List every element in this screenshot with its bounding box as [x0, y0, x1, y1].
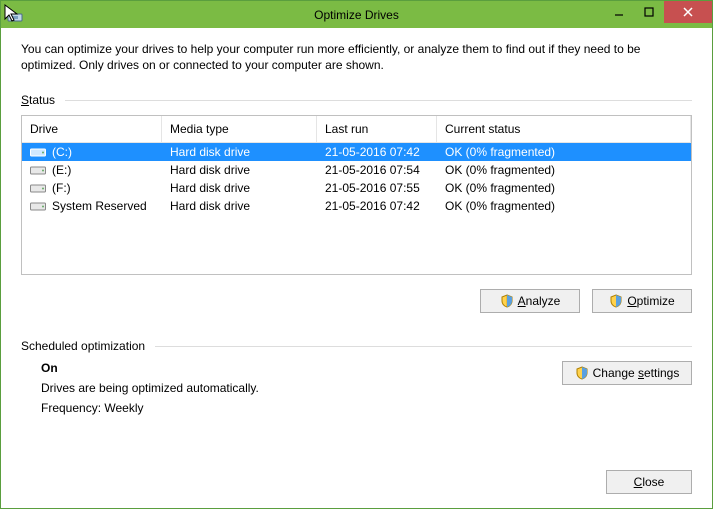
footer: Close [21, 450, 692, 494]
window-title: Optimize Drives [314, 8, 399, 22]
optimize-drives-window: Optimize Drives You can optimize your dr… [0, 0, 713, 509]
schedule-frequency: Frequency: Weekly [41, 401, 259, 415]
change-settings-button[interactable]: Change settings [562, 361, 692, 385]
col-header-last[interactable]: Last run [317, 116, 437, 142]
drive-rows: (C:)Hard disk drive21-05-2016 07:42OK (0… [22, 143, 691, 215]
close-button[interactable] [664, 1, 712, 23]
analyze-button[interactable]: Analyze [480, 289, 580, 313]
app-icon [7, 7, 23, 23]
divider [155, 346, 692, 347]
drive-media: Hard disk drive [162, 161, 317, 179]
close-dialog-button[interactable]: Close [606, 470, 692, 494]
content-area: You can optimize your drives to help you… [1, 28, 712, 508]
scheduled-section: Scheduled optimization On Drives are bei… [21, 339, 692, 421]
drive-list-header[interactable]: Drive Media type Last run Current status [22, 116, 691, 143]
minimize-button[interactable] [604, 1, 634, 23]
col-header-drive[interactable]: Drive [22, 116, 162, 142]
schedule-desc: Drives are being optimized automatically… [41, 381, 259, 395]
drive-name: (C:) [52, 145, 72, 159]
shield-icon [500, 294, 514, 308]
optimize-button[interactable]: Optimize [592, 289, 692, 313]
window-controls [604, 1, 712, 23]
drive-status: OK (0% fragmented) [437, 161, 691, 179]
scheduled-info: On Drives are being optimized automatica… [41, 361, 259, 421]
drive-lastrun: 21-05-2016 07:55 [317, 179, 437, 197]
maximize-button[interactable] [634, 1, 664, 23]
drive-row[interactable]: (C:) Hard disk drive21-05-2016 07:42OK (0… [22, 143, 691, 161]
drive-icon [30, 146, 46, 158]
drive-media: Hard disk drive [162, 143, 317, 161]
drive-list[interactable]: Drive Media type Last run Current status… [21, 115, 692, 275]
drive-status: OK (0% fragmented) [437, 197, 691, 215]
drive-status: OK (0% fragmented) [437, 179, 691, 197]
drive-row[interactable]: (E:) Hard disk drive21-05-2016 07:54OK (0… [22, 161, 691, 179]
col-header-media[interactable]: Media type [162, 116, 317, 142]
drive-media: Hard disk drive [162, 179, 317, 197]
drive-name: System Reserved [52, 199, 147, 213]
drive-media: Hard disk drive [162, 197, 317, 215]
schedule-state: On [41, 361, 259, 375]
drive-status: OK (0% fragmented) [437, 143, 691, 161]
intro-text: You can optimize your drives to help you… [21, 42, 692, 73]
drive-icon [30, 164, 46, 176]
drive-name: (E:) [52, 163, 71, 177]
status-section-label: Status [21, 93, 692, 107]
drive-lastrun: 21-05-2016 07:42 [317, 197, 437, 215]
col-header-status[interactable]: Current status [437, 116, 691, 142]
drive-icon [30, 200, 46, 212]
scheduled-label: Scheduled optimization [21, 339, 692, 353]
drive-row[interactable]: (F:) Hard disk drive21-05-2016 07:55OK (0… [22, 179, 691, 197]
titlebar[interactable]: Optimize Drives [1, 1, 712, 28]
drive-row[interactable]: System Reserved Hard disk drive21-05-2016… [22, 197, 691, 215]
drive-name: (F:) [52, 181, 71, 195]
shield-icon [575, 366, 589, 380]
action-buttons: Analyze Optimize [21, 289, 692, 313]
shield-icon [609, 294, 623, 308]
divider [65, 100, 692, 101]
drive-lastrun: 21-05-2016 07:42 [317, 143, 437, 161]
drive-icon [30, 182, 46, 194]
drive-lastrun: 21-05-2016 07:54 [317, 161, 437, 179]
